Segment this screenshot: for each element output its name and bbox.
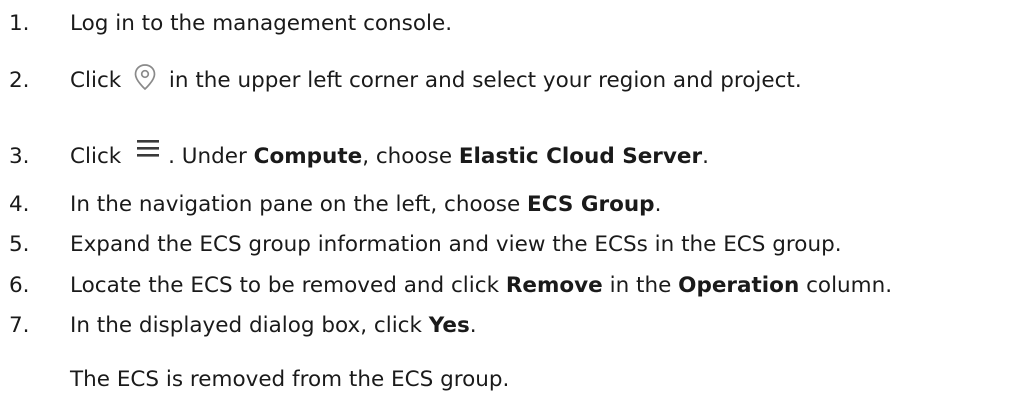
step-number: 7. (9, 313, 30, 338)
step-text-segment: In the navigation pane on the left, choo… (70, 192, 528, 217)
menu-icon (128, 137, 168, 177)
step-text-segment: . Under (168, 144, 254, 169)
step-number: 6. (9, 273, 30, 298)
ui-term: Yes (428, 313, 470, 338)
step-text-segment: in the upper left corner and select your… (162, 68, 802, 93)
step-2: 2. Click in the upper left corner and se… (0, 61, 1036, 101)
step-text-segment: , choose (362, 144, 459, 169)
step-text-segment: Log in to the management console. (70, 11, 453, 36)
step-text-segment: Click (70, 144, 129, 169)
step-text: Click in the upper left corner and selec… (70, 61, 802, 101)
step-number: 4. (9, 192, 30, 217)
step-number: 5. (9, 232, 30, 257)
step-text-segment: . (469, 313, 477, 338)
ui-term: Remove (505, 273, 603, 298)
step-3: 3. Click . Under Compute, choose Elastic… (0, 137, 1036, 177)
step-text-segment: in the (602, 273, 679, 298)
step-text: Locate the ECS to be removed and click R… (70, 266, 892, 306)
ui-term: ECS Group (527, 192, 655, 217)
step-7: 7. In the displayed dialog box, click Ye… (0, 306, 1036, 346)
step-result-note: The ECS is removed from the ECS group. (70, 367, 510, 392)
location-pin-icon (128, 61, 162, 101)
step-4: 4. In the navigation pane on the left, c… (0, 185, 1036, 225)
step-text-segment: . (654, 192, 662, 217)
step-text: Click . Under Compute, choose Elastic Cl… (70, 137, 709, 177)
ui-term: Operation (678, 273, 800, 298)
step-text: In the displayed dialog box, click Yes. (70, 306, 477, 346)
step-text-segment: . (702, 144, 709, 169)
step-text: Expand the ECS group information and vie… (70, 225, 842, 265)
step-number: 3. (9, 144, 30, 169)
step-text-segment: Click (70, 68, 129, 93)
step-text-segment: Expand the ECS group information and vie… (70, 232, 842, 257)
step-text: Log in to the management console. (70, 4, 452, 44)
step-1: 1. Log in to the management console. (0, 4, 1036, 44)
step-6: 6. Locate the ECS to be removed and clic… (0, 266, 1036, 306)
step-text: In the navigation pane on the left, choo… (70, 185, 661, 225)
step-text-segment: Locate the ECS to be removed and click (70, 273, 506, 298)
ui-term: Elastic Cloud Server (458, 144, 703, 169)
ui-term: Compute (253, 144, 363, 169)
step-5: 5. Expand the ECS group information and … (0, 225, 1036, 265)
step-text-segment: column. (799, 273, 893, 298)
step-number: 2. (9, 68, 30, 93)
step-text-segment: In the displayed dialog box, click (70, 313, 429, 338)
step-number: 1. (9, 11, 30, 36)
